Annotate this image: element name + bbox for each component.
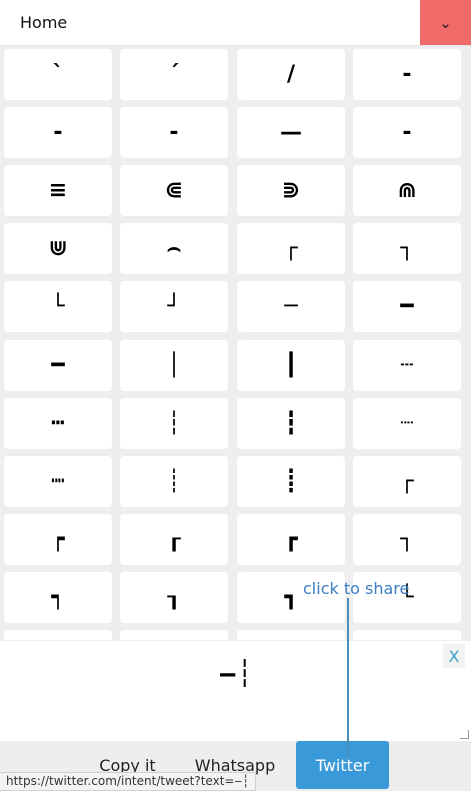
symbol-tile[interactable]: ┏ (237, 514, 345, 565)
app-header: Home ⌄ (0, 0, 471, 46)
symbol-tile[interactable]: ⋒ (353, 165, 461, 216)
symbol-tile[interactable]: ˊ (120, 49, 228, 100)
resize-handle-icon[interactable] (460, 730, 469, 739)
symbol-tile[interactable]: ┐ (353, 223, 461, 274)
close-button[interactable]: X (443, 644, 465, 668)
symbol-tile[interactable]: ⋓ (4, 223, 112, 274)
symbol-tile[interactable]: ┈ (353, 398, 461, 449)
chevron-down-icon: ⌄ (439, 13, 452, 32)
twitter-button[interactable]: Twitter (296, 741, 389, 789)
symbol-tile[interactable]: ─ (237, 281, 345, 332)
symbol-tile[interactable]: ┆ (120, 398, 228, 449)
symbol-tile[interactable]: ⋐ (120, 165, 228, 216)
status-bar-url: https://twitter.com/intent/tweet?text=‒┆ (0, 772, 257, 791)
symbol-tile[interactable]: ┄ (353, 340, 461, 391)
symbol-tile[interactable]: ┉ (4, 456, 112, 507)
symbol-grid: ˋ ˊ / ‐ ‐ ‐ — ‐ ≡ ⋐ ⋑ ⋒ ⋓ ⌢ ┌ ┐ └ ┘ ─ ━ ━ │ ┃ ┄ ┅ ┆ ┇ ┈ ┉ ┊ ┋ ┌ ┍ ┎ ┏ ┐ ┑ ┒ ┓ └… (0, 46, 471, 640)
symbol-tile[interactable]: ╵ (237, 630, 345, 640)
symbol-tile[interactable]: ╵ (353, 630, 461, 640)
tooltip-pointer-line (347, 598, 349, 756)
symbol-tile[interactable]: ━ (4, 340, 112, 391)
symbol-tile[interactable]: ╵ (120, 630, 228, 640)
symbol-tile[interactable]: ┘ (120, 281, 228, 332)
symbol-tile[interactable]: ┇ (237, 398, 345, 449)
symbol-tile[interactable]: ┍ (4, 514, 112, 565)
symbol-tile[interactable]: / (237, 49, 345, 100)
symbol-tile[interactable]: ‐ (120, 107, 228, 158)
symbol-tile[interactable]: ┑ (4, 572, 112, 623)
page-title: Home (20, 13, 68, 32)
symbol-tile[interactable]: └ (4, 281, 112, 332)
symbol-tile[interactable]: ┊ (120, 456, 228, 507)
symbol-tile[interactable]: │ (120, 340, 228, 391)
symbol-tile[interactable]: — (237, 107, 345, 158)
symbol-tile[interactable]: ┌ (353, 456, 461, 507)
symbol-tile[interactable]: ‐ (4, 107, 112, 158)
symbol-tile[interactable]: ‐ (353, 49, 461, 100)
symbol-tile[interactable]: ┎ (120, 514, 228, 565)
symbol-tile[interactable]: ⋑ (237, 165, 345, 216)
preview-textarea[interactable]: ‒┆ X (0, 641, 471, 741)
menu-toggle-button[interactable]: ⌄ (420, 0, 471, 45)
symbol-tile[interactable]: ┅ (4, 398, 112, 449)
share-tooltip: click to share (303, 579, 410, 598)
symbol-tile[interactable]: ━ (353, 281, 461, 332)
symbol-tile[interactable]: ≡ (4, 165, 112, 216)
symbol-tile[interactable]: ┒ (120, 572, 228, 623)
symbol-tile[interactable]: ┐ (353, 514, 461, 565)
symbol-tile[interactable]: ╵ (4, 630, 112, 640)
preview-value: ‒┆ (218, 659, 253, 689)
symbol-tile[interactable]: ┋ (237, 456, 345, 507)
symbol-tile[interactable]: ˋ (4, 49, 112, 100)
symbol-tile[interactable]: ⌢ (120, 223, 228, 274)
symbol-tile[interactable]: ┌ (237, 223, 345, 274)
symbol-tile[interactable]: ‐ (353, 107, 461, 158)
symbol-tile[interactable]: ┃ (237, 340, 345, 391)
